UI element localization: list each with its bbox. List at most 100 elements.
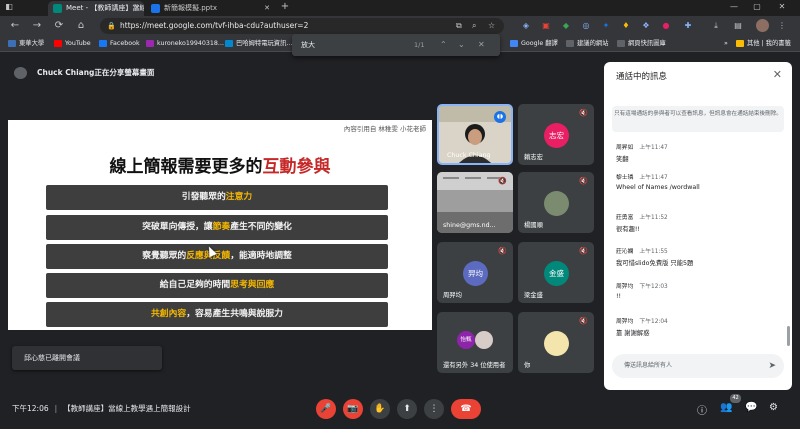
- bar-text: 突破單向傳授，讓: [142, 222, 213, 232]
- message-sender: 周昇如: [616, 145, 634, 151]
- extension-icon[interactable]: ◆: [560, 20, 572, 32]
- extension-icon[interactable]: ❖: [640, 20, 652, 32]
- participant-name: 賴志宏: [524, 154, 543, 161]
- participant-photo-avatar: [544, 191, 569, 216]
- message-time: 下午12:04: [639, 319, 668, 325]
- participant-tile[interactable]: 🔇 羿均 周羿均: [437, 242, 513, 303]
- find-input[interactable]: 放大: [301, 34, 315, 56]
- bookmark-item[interactable]: 東華大學: [8, 36, 44, 51]
- slide-title-main: 線上簡報需要更多的: [109, 157, 263, 177]
- bookmark-label: 巴哈姆特電玩資訊...: [236, 40, 293, 47]
- downloads-icon[interactable]: ⤓: [710, 20, 722, 32]
- slide-bar: 察覺聽眾的反應與反饋，能適時地調整: [46, 244, 388, 269]
- participant-tile-chuck[interactable]: ◖◗ Chuck Chiang: [437, 104, 513, 165]
- chat-message: 周昇如 上午11:47 笑翻: [616, 142, 781, 163]
- camera-toggle-button[interactable]: 📷: [343, 399, 363, 419]
- back-icon[interactable]: ←: [8, 19, 22, 33]
- slide-title-highlight: 互動參與: [262, 157, 331, 177]
- participant-avatar: 怡甄: [457, 331, 475, 349]
- send-icon[interactable]: ➤: [768, 354, 776, 378]
- message-time: 上午11:52: [639, 215, 668, 221]
- chrome-menu-icon[interactable]: ⋮: [776, 20, 788, 32]
- tab-meet[interactable]: Meet - 【教師講座】當線上 ✕: [48, 1, 144, 16]
- close-tab-icon[interactable]: ✕: [264, 1, 270, 16]
- participant-tile[interactable]: 🔇 楊國順: [518, 172, 594, 233]
- bookmarks-overflow-icon[interactable]: »: [724, 36, 728, 51]
- slide-bar: 突破單向傳授，讓節奏產生不同的變化: [46, 215, 388, 240]
- find-in-page-bar: 放大 1/1 ⌃ ⌄ ✕: [292, 34, 500, 56]
- chat-input[interactable]: 傳送訊息給所有人 ➤: [612, 354, 784, 378]
- extensions-puzzle-icon[interactable]: ✚: [682, 20, 694, 32]
- extension-icon[interactable]: ✦: [600, 20, 612, 32]
- bookmark-item[interactable]: kuroneko19940318...: [146, 36, 224, 51]
- close-window-icon[interactable]: ✕: [775, 0, 789, 14]
- new-tab-button[interactable]: +: [278, 0, 292, 14]
- bookmark-item[interactable]: 建議的網站: [566, 36, 608, 51]
- zoom-icon[interactable]: ⌕: [472, 18, 476, 34]
- close-icon[interactable]: ✕: [773, 68, 782, 81]
- home-icon[interactable]: ⌂: [74, 19, 88, 33]
- participant-avatar: 志宏: [544, 123, 569, 148]
- bookmark-item[interactable]: 巴哈姆特電玩資訊...: [225, 36, 292, 51]
- chat-scrollbar[interactable]: [787, 326, 790, 346]
- chat-message: 黎士璘 上午11:47 Wheel of Names /wordwall: [616, 172, 781, 191]
- more-participants-tile[interactable]: 怡甄 還有另外 34 位使用者: [437, 312, 513, 373]
- find-previous-icon[interactable]: ⌃: [440, 34, 447, 56]
- bookmark-item[interactable]: 網頁快訊圖庫: [617, 36, 666, 51]
- leave-call-button[interactable]: ☎: [451, 399, 481, 419]
- sidepanel-icon[interactable]: ▤: [732, 20, 744, 32]
- reload-icon[interactable]: ⟳: [52, 19, 66, 33]
- slide-bar: 共創內容，容易產生共鳴與說服力: [46, 302, 388, 327]
- chat-icon[interactable]: 💬: [745, 402, 757, 413]
- minimize-icon[interactable]: —: [727, 0, 741, 14]
- presentation-notice: Chuck Chiang正在分享螢幕畫面: [8, 62, 592, 84]
- translate-icon[interactable]: ⧉: [456, 18, 462, 34]
- extension-icon[interactable]: ◎: [580, 20, 592, 32]
- participant-tile[interactable]: 🔇 志宏 賴志宏: [518, 104, 594, 165]
- tab-actions-icon[interactable]: ◧: [2, 0, 16, 14]
- message-time: 下午12:03: [639, 284, 668, 290]
- activities-icon[interactable]: ⚙: [769, 402, 778, 413]
- participant-tile[interactable]: 🔇 金盛 梁金盛: [518, 242, 594, 303]
- find-close-icon[interactable]: ✕: [478, 34, 485, 56]
- microphone-toggle-button[interactable]: 🎤: [316, 399, 336, 419]
- muted-mic-icon: 🔇: [579, 109, 588, 117]
- message-text: Wheel of Names /wordwall: [616, 184, 700, 191]
- close-tab-icon[interactable]: ✕: [134, 1, 140, 16]
- participant-name: shine@gms.nd...: [443, 222, 496, 229]
- bookmark-label: Google 翻譯: [521, 40, 558, 47]
- bookmark-star-icon[interactable]: ☆: [488, 18, 495, 34]
- message-sender: 莊沁嫻: [616, 249, 634, 255]
- lock-icon: 🔒: [107, 22, 116, 30]
- bookmark-item[interactable]: Google 翻譯: [510, 36, 558, 51]
- find-next-icon[interactable]: ⌄: [458, 34, 465, 56]
- muted-mic-icon: 🔇: [579, 247, 588, 255]
- extension-icon[interactable]: ♦: [620, 20, 632, 32]
- chat-message: 莊沁嫻 上午11:55 我可惜slido免費版 只能5題: [616, 246, 781, 267]
- extension-icon[interactable]: ▣: [540, 20, 552, 32]
- participant-tile[interactable]: 🔇 shine@gms.nd...: [437, 172, 513, 233]
- bar-text: 引發聽眾的: [181, 192, 226, 202]
- bookmark-item[interactable]: YouTube: [54, 36, 91, 51]
- tab-slides[interactable]: 新簡報模擬.pptx ✕: [146, 1, 274, 16]
- url-bar[interactable]: 🔒 https://meet.google.com/tvf-ihba-cdu?a…: [100, 18, 504, 34]
- bookmark-label: 網頁快訊圖庫: [628, 40, 666, 47]
- message-sender: 黎士璘: [616, 175, 634, 181]
- bar-text: 察覺聽眾的: [142, 251, 187, 261]
- raise-hand-button[interactable]: ✋: [370, 399, 390, 419]
- extension-icon[interactable]: ◈: [520, 20, 532, 32]
- bar-text: 給自己足夠的時間: [159, 280, 231, 290]
- meeting-details-icon[interactable]: ⓘ: [697, 402, 707, 417]
- maximize-icon[interactable]: ▢: [750, 0, 764, 14]
- chat-message: 周羿均 下午12:03 !!: [616, 281, 781, 300]
- chat-panel-title: 通話中的訊息: [616, 72, 668, 82]
- bookmark-folder[interactable]: 其他 | 我的書籤: [736, 36, 791, 51]
- participant-tile-self[interactable]: 🔇 你: [518, 312, 594, 373]
- people-icon[interactable]: 👥: [720, 402, 732, 413]
- profile-avatar[interactable]: [756, 19, 769, 32]
- bookmark-item[interactable]: Facebook: [99, 36, 140, 51]
- present-screen-button[interactable]: ⬆: [397, 399, 417, 419]
- more-options-button[interactable]: ⋮: [424, 399, 444, 419]
- forward-icon[interactable]: →: [30, 19, 44, 33]
- extension-icon[interactable]: ●: [660, 20, 672, 32]
